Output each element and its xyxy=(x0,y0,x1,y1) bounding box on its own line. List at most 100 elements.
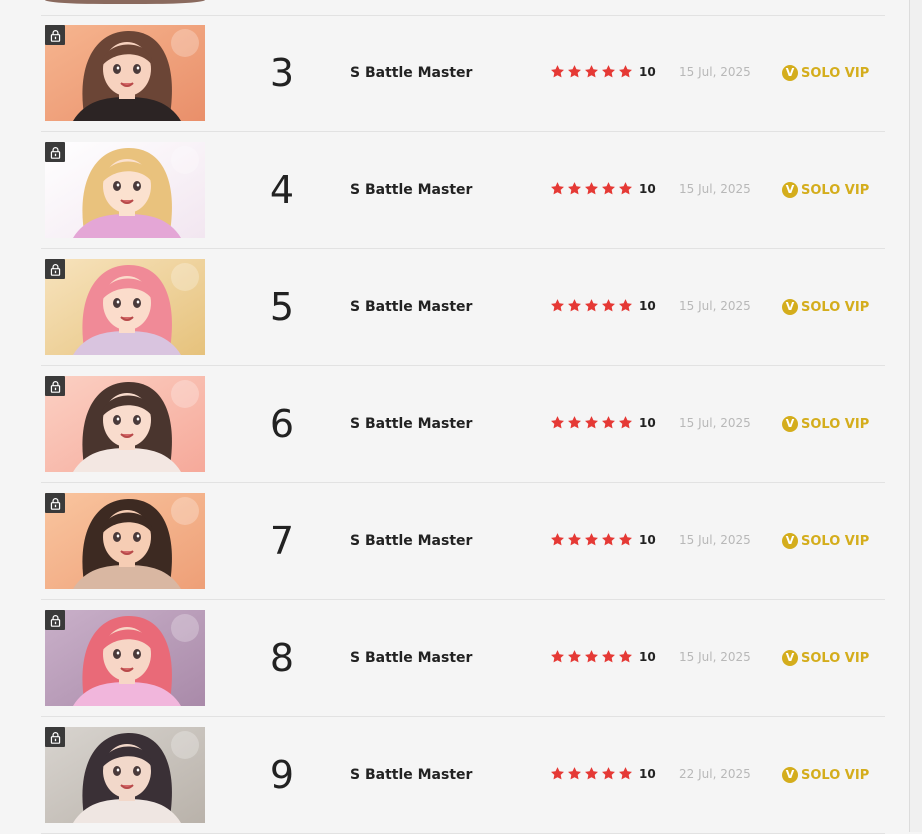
solo-vip-badge[interactable]: V SOLO VIP xyxy=(782,533,869,549)
chapter-title[interactable]: S Battle Master xyxy=(350,64,472,82)
vip-label: SOLO VIP xyxy=(801,299,870,315)
chapter-row-8[interactable]: 8 S Battle Master 10 15 Jul, 2025 V SOLO… xyxy=(41,600,885,717)
chapter-number[interactable]: 7 xyxy=(256,515,308,567)
chapter-number[interactable]: 6 xyxy=(256,398,308,450)
star-icon xyxy=(585,533,598,546)
star-icon xyxy=(602,299,615,312)
solo-vip-badge[interactable]: V SOLO VIP xyxy=(782,299,869,315)
chapter-rating: 10 xyxy=(550,298,656,313)
chapter-title[interactable]: S Battle Master xyxy=(350,181,472,199)
chapter-row-9[interactable]: 9 S Battle Master 10 22 Jul, 2025 V SOLO… xyxy=(41,717,885,834)
star-icon xyxy=(602,416,615,429)
chapter-row-3[interactable]: 3 S Battle Master 10 15 Jul, 2025 V SOLO… xyxy=(41,15,885,132)
lock-icon xyxy=(45,259,65,279)
chapter-title[interactable]: S Battle Master xyxy=(350,298,472,316)
chapter-row-7[interactable]: 7 S Battle Master 10 15 Jul, 2025 V SOLO… xyxy=(41,483,885,600)
chapter-thumbnail[interactable] xyxy=(45,610,205,706)
star-icon xyxy=(619,182,632,195)
vip-coin-icon: V xyxy=(782,299,798,315)
star-icon xyxy=(602,65,615,78)
chapter-date: 15 Jul, 2025 xyxy=(679,299,751,313)
chapter-row-4[interactable]: 4 S Battle Master 10 15 Jul, 2025 V SOLO… xyxy=(41,132,885,249)
vip-coin-icon: V xyxy=(782,533,798,549)
rating-stars xyxy=(550,298,633,313)
rating-value: 10 xyxy=(639,64,656,79)
chapter-title[interactable]: S Battle Master xyxy=(350,766,472,784)
vip-coin-icon: V xyxy=(782,650,798,666)
rating-value: 10 xyxy=(639,766,656,781)
chapter-rating: 10 xyxy=(550,181,656,196)
solo-vip-badge[interactable]: V SOLO VIP xyxy=(782,767,869,783)
star-icon xyxy=(551,533,564,546)
star-icon xyxy=(568,767,581,780)
star-icon xyxy=(619,650,632,663)
thumbnail-illustration xyxy=(45,610,205,706)
chapter-number[interactable]: 4 xyxy=(256,164,308,216)
star-icon xyxy=(619,767,632,780)
star-icon xyxy=(585,299,598,312)
chapter-row-5[interactable]: 5 S Battle Master 10 15 Jul, 2025 V SOLO… xyxy=(41,249,885,366)
chapter-rating: 10 xyxy=(550,766,656,781)
star-icon xyxy=(602,650,615,663)
chapter-number[interactable]: 5 xyxy=(256,281,308,333)
star-icon xyxy=(602,533,615,546)
star-icon xyxy=(619,299,632,312)
rating-stars xyxy=(550,649,633,664)
star-icon xyxy=(551,65,564,78)
star-icon xyxy=(568,416,581,429)
thumbnail-illustration xyxy=(45,727,205,823)
chapter-row-6[interactable]: 6 S Battle Master 10 15 Jul, 2025 V SOLO… xyxy=(41,366,885,483)
chapter-date: 15 Jul, 2025 xyxy=(679,650,751,664)
star-icon xyxy=(551,767,564,780)
star-icon xyxy=(585,416,598,429)
chapter-thumbnail[interactable] xyxy=(45,259,205,355)
chapter-date: 15 Jul, 2025 xyxy=(679,65,751,79)
star-icon xyxy=(619,533,632,546)
star-icon xyxy=(602,182,615,195)
vip-label: SOLO VIP xyxy=(801,533,870,549)
vip-label: SOLO VIP xyxy=(801,182,870,198)
chapter-thumbnail[interactable] xyxy=(45,493,205,589)
chapter-rating: 10 xyxy=(550,532,656,547)
chapter-thumbnail[interactable] xyxy=(45,727,205,823)
chapter-rating: 10 xyxy=(550,415,656,430)
thumbnail-illustration xyxy=(45,259,205,355)
lock-icon xyxy=(45,25,65,45)
star-icon xyxy=(619,416,632,429)
chapter-number[interactable]: 8 xyxy=(256,632,308,684)
vip-coin-icon: V xyxy=(782,767,798,783)
chapter-number[interactable]: 9 xyxy=(256,749,308,801)
lock-icon xyxy=(45,493,65,513)
star-icon xyxy=(585,650,598,663)
previous-chapter-thumbnail-partial xyxy=(45,0,205,4)
rating-stars xyxy=(550,415,633,430)
rating-stars xyxy=(550,532,633,547)
chapter-title[interactable]: S Battle Master xyxy=(350,415,472,433)
rating-value: 10 xyxy=(639,649,656,664)
chapter-thumbnail[interactable] xyxy=(45,376,205,472)
chapter-title[interactable]: S Battle Master xyxy=(350,532,472,550)
thumbnail-illustration xyxy=(45,493,205,589)
vip-label: SOLO VIP xyxy=(801,65,870,81)
star-icon xyxy=(568,533,581,546)
star-icon xyxy=(619,65,632,78)
star-icon xyxy=(568,650,581,663)
chapter-number[interactable]: 3 xyxy=(256,47,308,99)
vip-label: SOLO VIP xyxy=(801,650,870,666)
chapter-title[interactable]: S Battle Master xyxy=(350,649,472,667)
chapter-date: 15 Jul, 2025 xyxy=(679,182,751,196)
vip-label: SOLO VIP xyxy=(801,416,870,432)
star-icon xyxy=(585,182,598,195)
thumbnail-illustration xyxy=(45,25,205,121)
chapter-rating: 10 xyxy=(550,64,656,79)
chapter-thumbnail[interactable] xyxy=(45,142,205,238)
chapter-rating: 10 xyxy=(550,649,656,664)
vip-coin-icon: V xyxy=(782,416,798,432)
star-icon xyxy=(551,299,564,312)
solo-vip-badge[interactable]: V SOLO VIP xyxy=(782,182,869,198)
solo-vip-badge[interactable]: V SOLO VIP xyxy=(782,65,869,81)
solo-vip-badge[interactable]: V SOLO VIP xyxy=(782,416,869,432)
chapter-thumbnail[interactable] xyxy=(45,25,205,121)
previous-chapter-row-partial[interactable] xyxy=(41,0,885,16)
solo-vip-badge[interactable]: V SOLO VIP xyxy=(782,650,869,666)
